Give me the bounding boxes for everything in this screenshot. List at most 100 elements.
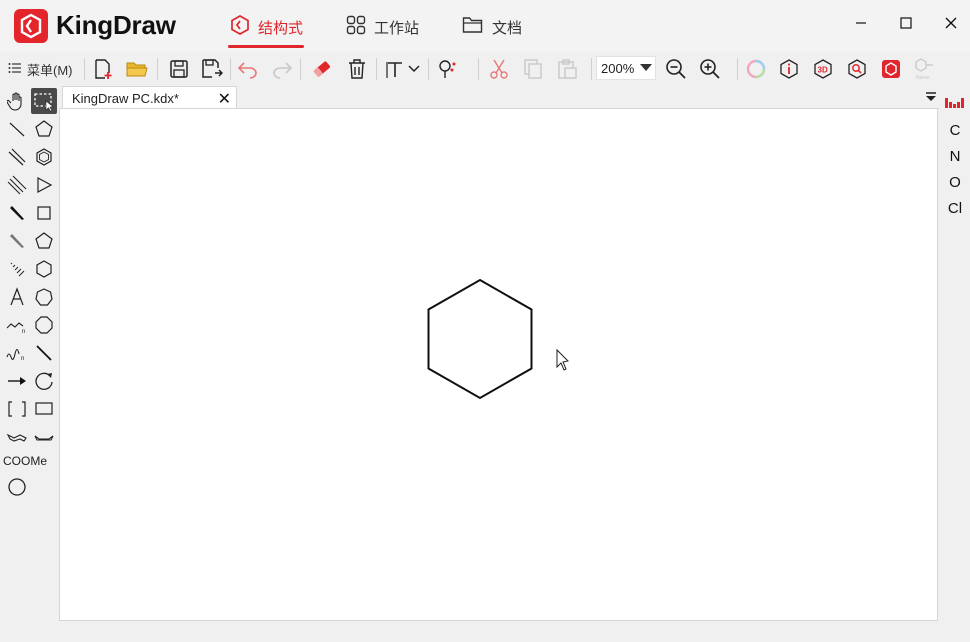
redo-button[interactable] (269, 56, 295, 82)
element-nitrogen[interactable]: N (946, 148, 964, 165)
circle-tool[interactable] (4, 474, 30, 500)
benzene-icon (36, 148, 52, 166)
tab-documents[interactable]: 文档 (462, 14, 522, 40)
wavy-chain-tool[interactable]: n (4, 340, 30, 366)
search-structure-icon (848, 59, 866, 79)
triple-bond-tool[interactable] (4, 172, 30, 198)
svg-text:n: n (22, 329, 25, 335)
cyclopentane-tool[interactable] (31, 228, 57, 254)
cyclopentane-outline-tool[interactable] (31, 116, 57, 142)
chain-tool[interactable]: n (4, 312, 30, 338)
element-carbon[interactable]: C (946, 122, 964, 139)
cyclopropane-tool[interactable] (31, 172, 57, 198)
benzene-ring-structure[interactable] (427, 278, 533, 400)
app-logo (14, 9, 48, 43)
element-panel (940, 86, 970, 642)
arrow-tool[interactable] (4, 368, 30, 394)
cut-icon (490, 59, 508, 79)
wedge-bond-icon (10, 206, 24, 220)
name-button[interactable]: Name (912, 56, 938, 82)
svg-text:3D: 3D (818, 66, 828, 75)
eraser-button[interactable] (309, 56, 335, 82)
copy-icon (524, 59, 542, 79)
undo-button[interactable] (235, 56, 261, 82)
cycloheptane-tool[interactable] (31, 284, 57, 310)
minimize-button[interactable] (846, 10, 876, 36)
double-bond-tool[interactable] (4, 144, 30, 170)
zoom-value: 200% (601, 60, 635, 76)
chevron-down-icon (408, 65, 420, 73)
tab-documents-label: 文档 (492, 19, 523, 37)
select-tool[interactable] (31, 88, 57, 114)
atom-text-tool[interactable] (4, 284, 30, 310)
periodic-table-icon (945, 98, 964, 108)
pentagon-icon (35, 120, 53, 137)
bracket-tool[interactable] (4, 396, 30, 422)
tab-workstation[interactable]: 工作站 (346, 14, 419, 40)
caret-down-icon (640, 64, 652, 71)
drawing-canvas[interactable] (59, 109, 938, 621)
toolbar-divider (230, 58, 231, 80)
toolbar-divider (376, 58, 377, 80)
cyclooctane-tool[interactable] (31, 312, 57, 338)
save-as-button[interactable] (199, 56, 225, 82)
rectangle-icon (35, 402, 53, 415)
open-folder-icon (126, 62, 148, 77)
caret-down-icon (926, 92, 936, 101)
hand-icon (7, 92, 22, 111)
zoom-select[interactable]: 200% (596, 56, 656, 80)
color-ring-icon (746, 59, 766, 79)
info-button[interactable] (776, 56, 802, 82)
orbital-tool[interactable] (31, 368, 57, 394)
boat-conformation-tool[interactable] (31, 424, 57, 450)
open-button[interactable] (124, 56, 150, 82)
element-chlorine[interactable]: Cl (946, 200, 964, 217)
document-tab-title: KingDraw PC.kdx* (72, 90, 179, 106)
redo-icon (273, 62, 293, 79)
image-recognize-icon (882, 60, 900, 78)
delete-button[interactable] (344, 56, 370, 82)
tab-list-dropdown[interactable] (925, 90, 937, 102)
image-recognize-button[interactable] (878, 56, 904, 82)
boat-icon (34, 435, 54, 441)
paste-button[interactable] (554, 56, 580, 82)
pan-tool[interactable] (4, 88, 30, 114)
maximize-button[interactable] (891, 10, 921, 36)
3d-view-button[interactable]: 3D (810, 56, 836, 82)
brackets-icon (8, 401, 26, 417)
line-tool[interactable] (31, 340, 57, 366)
periodic-table-button[interactable] (945, 96, 965, 115)
ester-group-tool[interactable]: COOMe (3, 454, 47, 468)
cut-button[interactable] (486, 56, 512, 82)
tab-structure[interactable]: 结构式 (230, 14, 303, 40)
document-tab[interactable]: KingDraw PC.kdx* ✕ (62, 86, 237, 109)
mouse-cursor-icon (556, 348, 570, 371)
clean-structure-button[interactable] (435, 56, 461, 82)
hollow-wedge-tool[interactable] (4, 228, 30, 254)
new-file-button[interactable] (90, 56, 116, 82)
color-ring-button[interactable] (743, 56, 769, 82)
copy-button[interactable] (520, 56, 546, 82)
chair-conformation-tool[interactable] (4, 424, 30, 450)
close-window-button[interactable] (936, 10, 966, 36)
benzene-tool[interactable] (31, 144, 57, 170)
zoom-in-button[interactable] (697, 56, 723, 82)
chain-icon: n (6, 322, 25, 335)
element-oxygen[interactable]: O (946, 174, 964, 191)
zoom-out-button[interactable] (663, 56, 689, 82)
cyclobutane-tool[interactable] (31, 200, 57, 226)
single-bond-tool[interactable] (4, 116, 30, 142)
close-tab-icon[interactable]: ✕ (218, 89, 231, 109)
shape-tool[interactable] (31, 396, 57, 422)
hashed-wedge-tool[interactable] (4, 256, 30, 282)
chair-icon (6, 433, 27, 442)
search-structure-button[interactable] (844, 56, 870, 82)
cyclohexane-tool[interactable] (31, 256, 57, 282)
info-icon (780, 59, 798, 79)
save-button[interactable] (166, 56, 192, 82)
circle-icon (8, 478, 26, 496)
wedge-bond-tool[interactable] (4, 200, 30, 226)
hollow-wedge-icon (10, 234, 24, 248)
menu-button[interactable]: 菜单(M) (8, 58, 73, 80)
text-options-dropdown[interactable] (404, 56, 424, 82)
